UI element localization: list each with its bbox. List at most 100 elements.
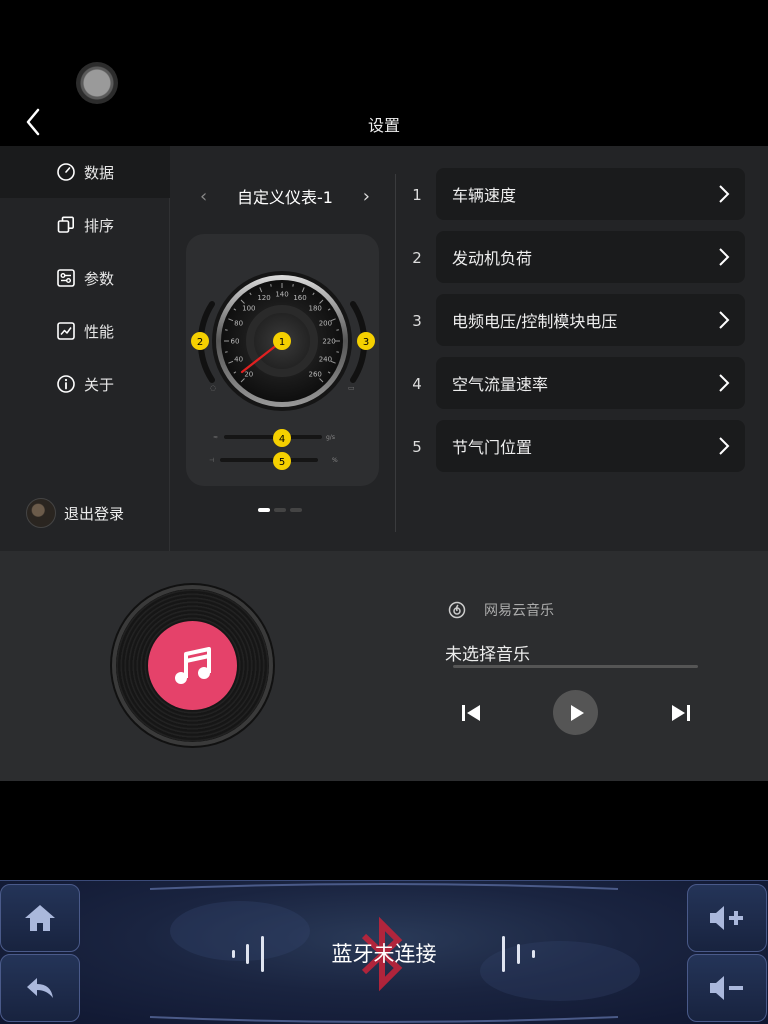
page-dot <box>258 508 270 512</box>
next-track-icon[interactable] <box>668 702 694 724</box>
sidebar-item-performance[interactable]: 性能 <box>0 305 170 357</box>
gauge-selector: ‹ 自定义仪表-1 › <box>200 184 370 208</box>
marker-5: 5 <box>273 452 291 470</box>
music-note-icon <box>148 621 237 710</box>
oil-icon: ◌ <box>210 384 216 392</box>
page-dot <box>290 508 302 512</box>
gauge-preview-card[interactable]: 20 40 60 80 100 120 140 160 180 200 220 240 260 ◌ ▭ … <box>186 234 379 486</box>
sliders-icon <box>57 269 75 287</box>
sidebar-item-data[interactable]: 数据 <box>0 146 170 198</box>
gauge-preview: 20406080100120 140 160180200220240260 ◌ ▭ … <box>191 271 375 470</box>
marker-4: 4 <box>273 429 291 447</box>
svg-text:1: 1 <box>279 337 285 348</box>
chevron-right-icon <box>719 374 730 392</box>
gauge-name: 自定义仪表-1 <box>237 188 333 207</box>
bar-unit-gs: g/s <box>326 434 335 441</box>
line-chart-icon <box>57 322 75 340</box>
row-number: 1 <box>412 186 422 204</box>
bar-gauge-4 <box>224 435 322 439</box>
chevron-left-icon[interactable]: ‹ <box>200 186 207 207</box>
music-widget: 网易云音乐 未选择音乐 <box>0 551 768 781</box>
dial-tick <box>336 351 339 353</box>
marker-3: 3 <box>357 332 375 350</box>
dial-tick <box>292 284 294 287</box>
row-number: 3 <box>412 312 422 330</box>
assistive-touch-button[interactable] <box>76 62 118 104</box>
dial-scale-label: 60 <box>231 338 240 346</box>
avatar <box>26 498 56 528</box>
throttle-icon: ⊣ <box>209 457 214 464</box>
sidebar-item-label: 性能 <box>84 322 115 341</box>
fan-icon: ≈ <box>213 434 218 441</box>
home-icon <box>25 905 55 931</box>
dial-scale-label: 100 <box>242 304 255 312</box>
divider <box>395 174 396 532</box>
data-row-engine-load[interactable]: 发动机负荷 <box>436 231 745 283</box>
sidebar: 数据 排序 参数 性能 关于 退出登录 <box>0 146 170 551</box>
dial-scale-label: 120 <box>257 294 270 302</box>
dial-scale-label: 180 <box>309 304 322 312</box>
chevron-right-icon <box>719 248 730 266</box>
sidebar-item-label: 排序 <box>84 216 115 235</box>
svg-text:5: 5 <box>279 457 285 468</box>
dial-tick <box>270 284 272 287</box>
row-label: 电频电压/控制模块电压 <box>452 312 618 331</box>
page-title: 设置 <box>367 116 400 135</box>
dial-scale-label: 20 <box>244 371 253 379</box>
row-label: 空气流量速率 <box>452 375 549 394</box>
dial-scale-label: 160 <box>293 294 306 302</box>
chevron-right-icon <box>719 311 730 329</box>
marker-1: 1 <box>273 332 291 350</box>
row-label: 车辆速度 <box>452 186 517 205</box>
info-icon <box>57 375 75 393</box>
dial-scale-label: 220 <box>322 338 335 346</box>
logout-button[interactable]: 退出登录 <box>26 498 124 528</box>
data-row-throttle-position[interactable]: 节气门位置 <box>436 420 745 472</box>
logout-label: 退出登录 <box>64 504 125 523</box>
music-source-label: 网易云音乐 <box>484 603 554 619</box>
row-number: 4 <box>412 375 422 393</box>
dial-scale-label: 80 <box>234 320 243 328</box>
page-indicator <box>258 508 302 512</box>
previous-track-icon[interactable] <box>458 702 484 724</box>
sidebar-item-sort[interactable]: 排序 <box>0 199 170 251</box>
dial-scale-label: 240 <box>319 356 332 364</box>
dial-tick <box>225 329 228 331</box>
chevron-right-icon[interactable]: › <box>363 186 370 207</box>
chevron-right-icon <box>719 185 730 203</box>
play-button[interactable] <box>553 690 598 735</box>
return-icon <box>27 978 53 998</box>
row-number: 2 <box>412 249 422 267</box>
play-icon <box>570 704 584 721</box>
settings-panel: 数据 排序 参数 性能 关于 退出登录 ‹ 自定义仪表-1 › 20 40 60… <box>0 146 768 551</box>
sidebar-item-about[interactable]: 关于 <box>0 358 170 410</box>
sidebar-item-label: 数据 <box>84 163 115 182</box>
data-row-module-voltage[interactable]: 电频电压/控制模块电压 <box>436 294 745 346</box>
bluetooth-status: 蓝牙未连接 <box>331 942 437 966</box>
row-number: 5 <box>412 438 422 456</box>
page-dot <box>274 508 286 512</box>
stack-icon <box>57 216 74 233</box>
dial-scale-label: 260 <box>309 371 322 379</box>
music-source: 网易云音乐 <box>448 600 554 620</box>
dial-scale-label: 40 <box>234 356 243 364</box>
battery-icon: ▭ <box>348 384 355 392</box>
netease-music-icon <box>448 601 466 619</box>
volume-up-icon <box>710 906 743 930</box>
marker-2: 2 <box>191 332 209 350</box>
speedometer-icon <box>57 163 75 181</box>
svg-text:2: 2 <box>197 337 203 348</box>
row-label: 节气门位置 <box>452 438 533 457</box>
bar-gauge-5 <box>220 458 318 462</box>
dial-scale-label: 140 <box>275 291 288 299</box>
sidebar-item-params[interactable]: 参数 <box>0 252 170 304</box>
volume-down-icon <box>710 976 743 1000</box>
progress-bar[interactable] <box>453 665 698 668</box>
data-row-air-flow-rate[interactable]: 空气流量速率 <box>436 357 745 409</box>
dial-tick <box>225 351 228 353</box>
sidebar-item-label: 参数 <box>84 269 115 288</box>
data-row-vehicle-speed[interactable]: 车辆速度 <box>436 168 745 220</box>
sidebar-item-label: 关于 <box>84 375 115 394</box>
dial-tick <box>336 329 339 331</box>
svg-text:3: 3 <box>363 337 369 348</box>
